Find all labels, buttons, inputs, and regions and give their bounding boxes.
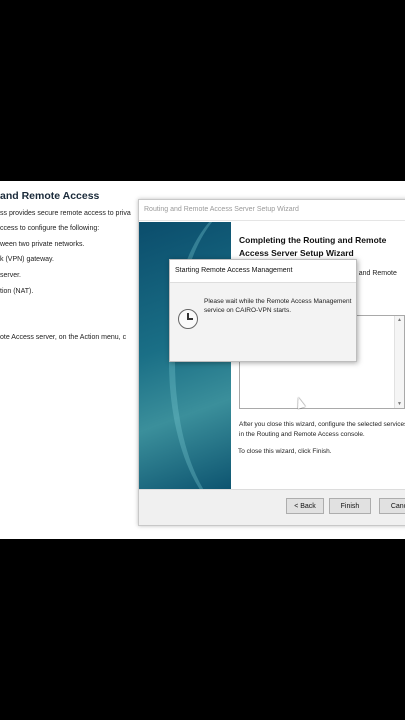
listbox-scrollbar[interactable]: ▲ ▼ <box>394 316 404 408</box>
wizard-heading: Completing the Routing and Remote Access… <box>239 235 387 258</box>
finish-button[interactable]: Finish <box>329 498 371 514</box>
panel-text-line: ween two private networks. <box>0 241 85 248</box>
rras-background-panel: and Remote Access ss provides secure rem… <box>0 181 140 539</box>
panel-text-line: ote Access server, on the Action menu, c <box>0 334 127 341</box>
panel-title: and Remote Access <box>0 190 100 202</box>
wizard-footer: < Back Finish Canc <box>139 490 405 525</box>
cancel-button[interactable]: Canc <box>379 498 405 514</box>
panel-text-line: ss provides secure remote access to priv… <box>0 210 131 217</box>
close-instruction: To close this wizard, click Finish. <box>238 448 332 455</box>
clock-icon <box>178 309 198 329</box>
scroll-up-icon[interactable]: ▲ <box>397 317 402 323</box>
wizard-title-bar[interactable]: Routing and Remote Access Server Setup W… <box>139 200 405 221</box>
wizard-title: Routing and Remote Access Server Setup W… <box>144 206 299 213</box>
after-close-text: After you close this wizard, configure t… <box>239 421 405 438</box>
setup-wizard-window: Routing and Remote Access Server Setup W… <box>138 199 405 526</box>
back-button[interactable]: < Back <box>286 498 324 514</box>
panel-text-line: server. <box>0 272 22 279</box>
starting-service-dialog: Starting Remote Access Management Please… <box>169 259 357 362</box>
dialog-message: Please wait while the Remote Access Mana… <box>204 298 352 314</box>
screen-area: and Remote Access ss provides secure rem… <box>0 181 405 539</box>
dialog-title: Starting Remote Access Management <box>175 267 293 274</box>
panel-text-line: tion (NAT). <box>0 288 34 295</box>
panel-text-line: ccess to configure the following: <box>0 225 100 232</box>
scroll-down-icon[interactable]: ▼ <box>397 401 402 407</box>
panel-text-line: k (VPN) gateway. <box>0 256 54 263</box>
